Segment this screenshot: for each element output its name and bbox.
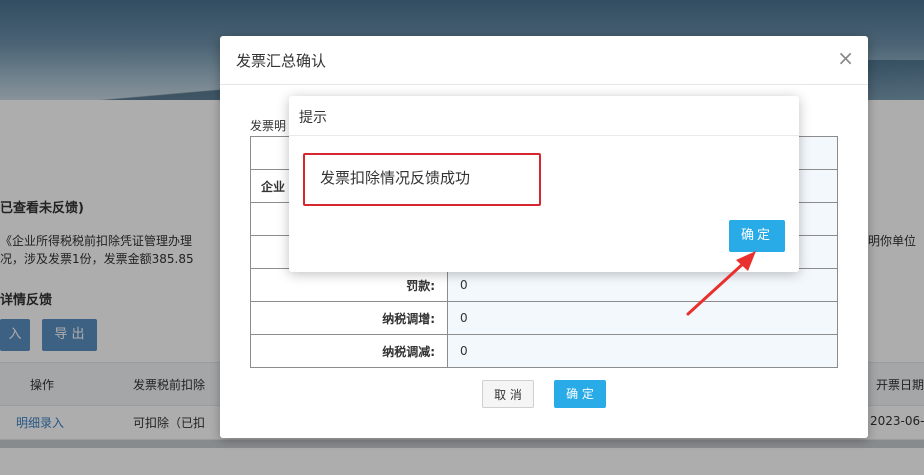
dialog-title: 发票汇总确认 — [236, 52, 327, 70]
invoice-section-label: 发票明 — [250, 119, 287, 133]
alert-title: 提示 — [299, 110, 327, 126]
table-row: 罚款: 0 — [250, 268, 838, 302]
alert-dialog: 提示 发票扣除情况反馈成功 确定 — [289, 96, 799, 272]
alert-message: 发票扣除情况反馈成功 — [303, 153, 541, 206]
row-value-penalty: 0 — [447, 268, 838, 302]
row-value-tax-increase: 0 — [447, 301, 838, 335]
row-key-tax-increase: 纳税调增: — [250, 301, 448, 335]
close-icon[interactable]: × — [837, 48, 854, 68]
divider — [289, 135, 799, 136]
row-value-tax-decrease: 0 — [447, 334, 838, 368]
row-key-tax-decrease: 纳税调减: — [250, 334, 448, 368]
table-row: 纳税调增: 0 — [250, 301, 838, 335]
table-row: 纳税调减: 0 — [250, 334, 838, 368]
divider — [220, 84, 868, 85]
cancel-button[interactable]: 取 消 — [482, 380, 534, 408]
alert-ok-button[interactable]: 确定 — [729, 220, 785, 252]
row-key-penalty: 罚款: — [250, 268, 448, 302]
confirm-button[interactable]: 确 定 — [554, 380, 606, 408]
